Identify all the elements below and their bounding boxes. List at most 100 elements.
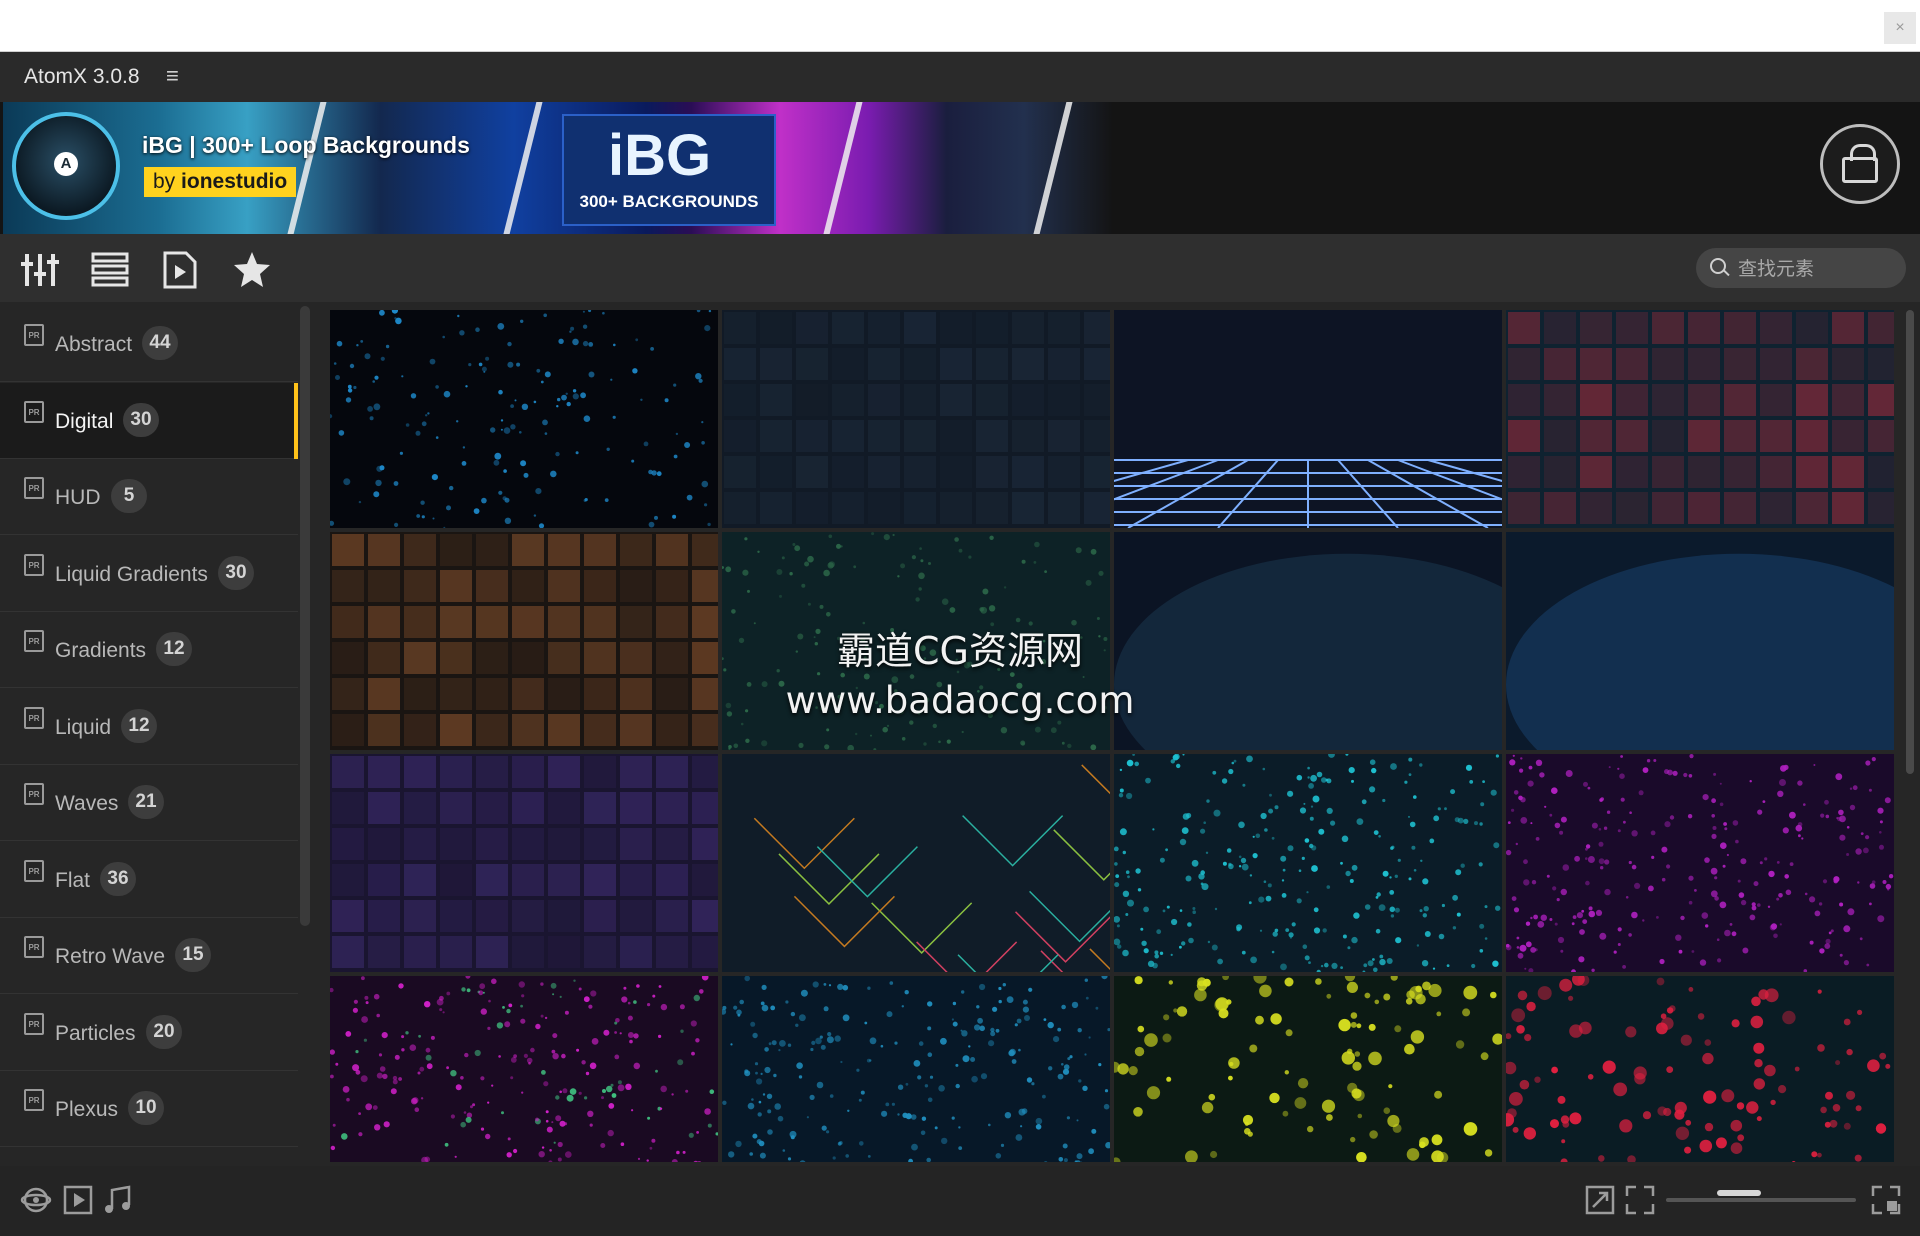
premiere-file-icon: PR: [24, 707, 44, 729]
thumbnail-blue-particles[interactable]: [330, 310, 718, 528]
thumbnail-purple-squares[interactable]: [330, 754, 718, 972]
thumbnail-orange-glow-blocks[interactable]: [330, 532, 718, 750]
title-bar: AtomX 3.0.8 ≡: [0, 52, 1920, 102]
watermark: 霸道CG资源网 www.badaocg.com: [760, 620, 1160, 722]
thumbnail-blue-dots[interactable]: [722, 976, 1110, 1162]
layout-icon[interactable]: [1870, 1184, 1902, 1216]
sidebar-item-count-badge: 5: [111, 479, 147, 513]
shopping-bag-button[interactable]: [1820, 124, 1900, 204]
preview-icon[interactable]: [160, 250, 200, 290]
pack-banner: A iBG | 300+ Loop Backgrounds by ionestu…: [0, 102, 1920, 234]
logo-letter: A: [54, 152, 78, 176]
premiere-file-icon: PR: [24, 860, 44, 882]
thumbnail-pink-green-dots[interactable]: [330, 976, 718, 1162]
sidebar-item-count-badge: 21: [128, 785, 164, 819]
sidebar-item-count-badge: 20: [146, 1015, 182, 1049]
sidebar-item-count-badge: 12: [156, 632, 192, 666]
sidebar-item[interactable]: PR Liquid Gradients 30: [0, 536, 298, 612]
pack-author-badge: by ionestudio: [144, 167, 297, 197]
premiere-file-icon: PR: [24, 936, 44, 958]
search-box: [1696, 248, 1906, 288]
sidebar-item[interactable]: PR Gradients 12: [0, 612, 298, 688]
sidebar-item[interactable]: PR Waves 21: [0, 765, 298, 841]
music-icon[interactable]: [102, 1184, 134, 1216]
sliders-icon[interactable]: [20, 250, 60, 290]
thumbnail-cyan-dots[interactable]: [1114, 754, 1502, 972]
sidebar-item-label: Flat: [55, 869, 91, 892]
author-prefix: by: [153, 170, 176, 193]
sidebar-item-label: Gradients: [55, 639, 147, 662]
premiere-file-icon: PR: [24, 324, 44, 346]
atomx-logo-icon: A: [12, 112, 120, 220]
toolbar: [0, 234, 1920, 302]
zoom-slider-track[interactable]: [1666, 1198, 1856, 1202]
sidebar-item[interactable]: PR Particles 20: [0, 995, 298, 1071]
list-view-icon[interactable]: [90, 250, 130, 290]
sidebar-item-label: Digital: [55, 410, 114, 433]
premiere-file-icon: PR: [24, 783, 44, 805]
favorites-star-icon[interactable]: [232, 250, 272, 290]
premiere-file-icon: PR: [24, 630, 44, 652]
thumbnail-rainbow-lines[interactable]: [722, 754, 1110, 972]
premiere-file-icon: PR: [24, 1089, 44, 1111]
sidebar-item-count-badge: 15: [175, 938, 211, 972]
thumbnail-neon-grid-floor[interactable]: [1114, 310, 1502, 528]
sidebar-item[interactable]: PR Retro Wave 15: [0, 918, 298, 994]
thumbnail-magenta-dots[interactable]: [1506, 754, 1894, 972]
sidebar-scrollbar[interactable]: [300, 306, 310, 926]
sidebar-item[interactable]: PR HUD 5: [0, 459, 298, 535]
sidebar-item[interactable]: PR Abstract 44: [0, 306, 298, 382]
pack-title: iBG | 300+ Loop Backgrounds: [142, 132, 470, 158]
thumbnail-grid: [330, 310, 1898, 1162]
close-icon[interactable]: ×: [1884, 12, 1916, 44]
sidebar-item-label: Waves: [55, 792, 119, 815]
thumbnail-red-blue-blocks[interactable]: [1506, 310, 1894, 528]
sidebar-item-count-badge: 30: [218, 556, 254, 590]
pack-logo-subtext: 300+ BACKGROUNDS: [579, 192, 759, 211]
watermark-url: www.badaocg.com: [785, 679, 1135, 722]
expand-icon[interactable]: [1584, 1184, 1616, 1216]
fullscreen-icon[interactable]: [1624, 1184, 1656, 1216]
sidebar-item-label: Liquid: [55, 716, 112, 739]
sidebar-item-label: HUD: [55, 486, 101, 509]
zoom-slider-handle[interactable]: [1717, 1190, 1761, 1196]
sidebar-item-label: Abstract: [55, 333, 133, 356]
pack-logo-text: iBG: [608, 123, 712, 188]
sidebar-item-label: Plexus: [55, 1098, 119, 1121]
sidebar-item-count-badge: 44: [142, 326, 178, 360]
watermark-title: 霸道CG资源网: [837, 629, 1083, 673]
premiere-file-icon: PR: [24, 1013, 44, 1035]
sidebar-item-count-badge: 36: [100, 862, 136, 896]
pack-logo-art: iBG 300+ BACKGROUNDS: [562, 114, 776, 226]
sidebar-item-label: Particles: [55, 1022, 136, 1045]
sidebar-item-label: Liquid Gradients: [55, 563, 208, 586]
os-top-strip: ×: [0, 0, 1920, 52]
sidebar-item[interactable]: PR Digital 30: [0, 383, 298, 459]
sidebar-item[interactable]: PR Liquid 12: [0, 689, 298, 765]
premiere-file-icon: PR: [24, 554, 44, 576]
thumbnail-yellow-green-blobs[interactable]: [1114, 976, 1502, 1162]
hamburger-menu-icon[interactable]: ≡: [166, 63, 179, 89]
sidebar-item[interactable]: PR Plexus 10: [0, 1071, 298, 1147]
author-name: ionestudio: [181, 170, 288, 193]
premiere-file-icon: PR: [24, 477, 44, 499]
sidebar-item-label: Retro Wave: [55, 945, 166, 968]
sidebar-item-count-badge: 10: [128, 1091, 164, 1125]
search-icon: [1710, 258, 1726, 274]
sidebar-item-count-badge: 12: [121, 709, 157, 743]
thumbnail-red-cyan-blobs[interactable]: [1506, 976, 1894, 1162]
vr-icon[interactable]: [20, 1184, 52, 1216]
premiere-file-icon: PR: [24, 401, 44, 423]
active-indicator: [294, 383, 298, 459]
search-input[interactable]: [1736, 256, 1898, 282]
video-icon[interactable]: [62, 1184, 94, 1216]
atomx-window: AtomX 3.0.8 ≡ A iBG | 300+ Loop Backgrou…: [0, 52, 1920, 1236]
category-sidebar: PR Abstract 44 PR Digital 30 PR HUD 5 PR Liquid Gr…: [0, 306, 298, 1162]
sidebar-item-count-badge: 30: [123, 403, 159, 437]
thumbnail-dark-squares[interactable]: [722, 310, 1110, 528]
grid-scrollbar[interactable]: [1906, 310, 1914, 774]
sidebar-item[interactable]: PR Flat 36: [0, 842, 298, 918]
thumbnail-blue-gradient[interactable]: [1114, 532, 1502, 750]
thumbnail-blue-grid-glow[interactable]: [1506, 532, 1894, 750]
app-title: AtomX 3.0.8: [24, 65, 140, 88]
